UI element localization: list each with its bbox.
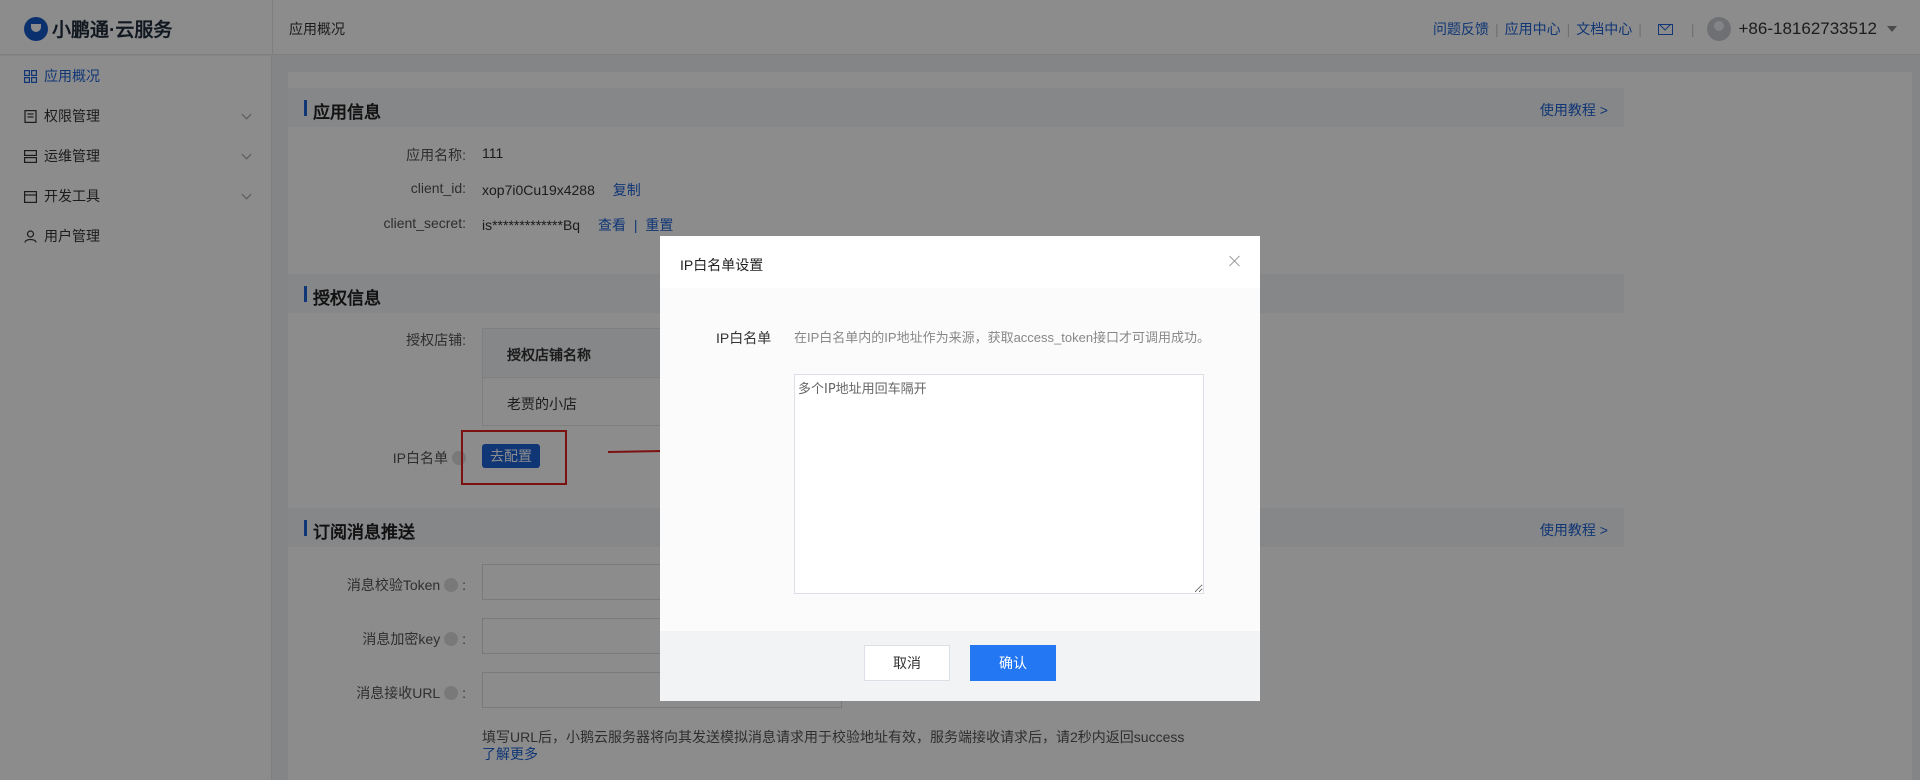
close-icon[interactable]: [1226, 252, 1244, 270]
modal-header: IP白名单设置: [660, 236, 1260, 288]
cancel-button[interactable]: 取消: [864, 645, 950, 681]
modal-field-label: IP白名单: [716, 330, 772, 346]
confirm-button[interactable]: 确认: [970, 645, 1056, 681]
modal-description: 在IP白名单内的IP地址作为来源，获取access_token接口才可调用成功。: [794, 330, 1211, 345]
ip-list-textarea[interactable]: [794, 374, 1204, 594]
modal-footer: 取消 确认: [660, 631, 1260, 701]
modal-title: IP白名单设置: [680, 257, 764, 273]
ip-whitelist-modal: IP白名单设置 IP白名单 在IP白名单内的IP地址作为来源，获取access_…: [660, 236, 1260, 701]
